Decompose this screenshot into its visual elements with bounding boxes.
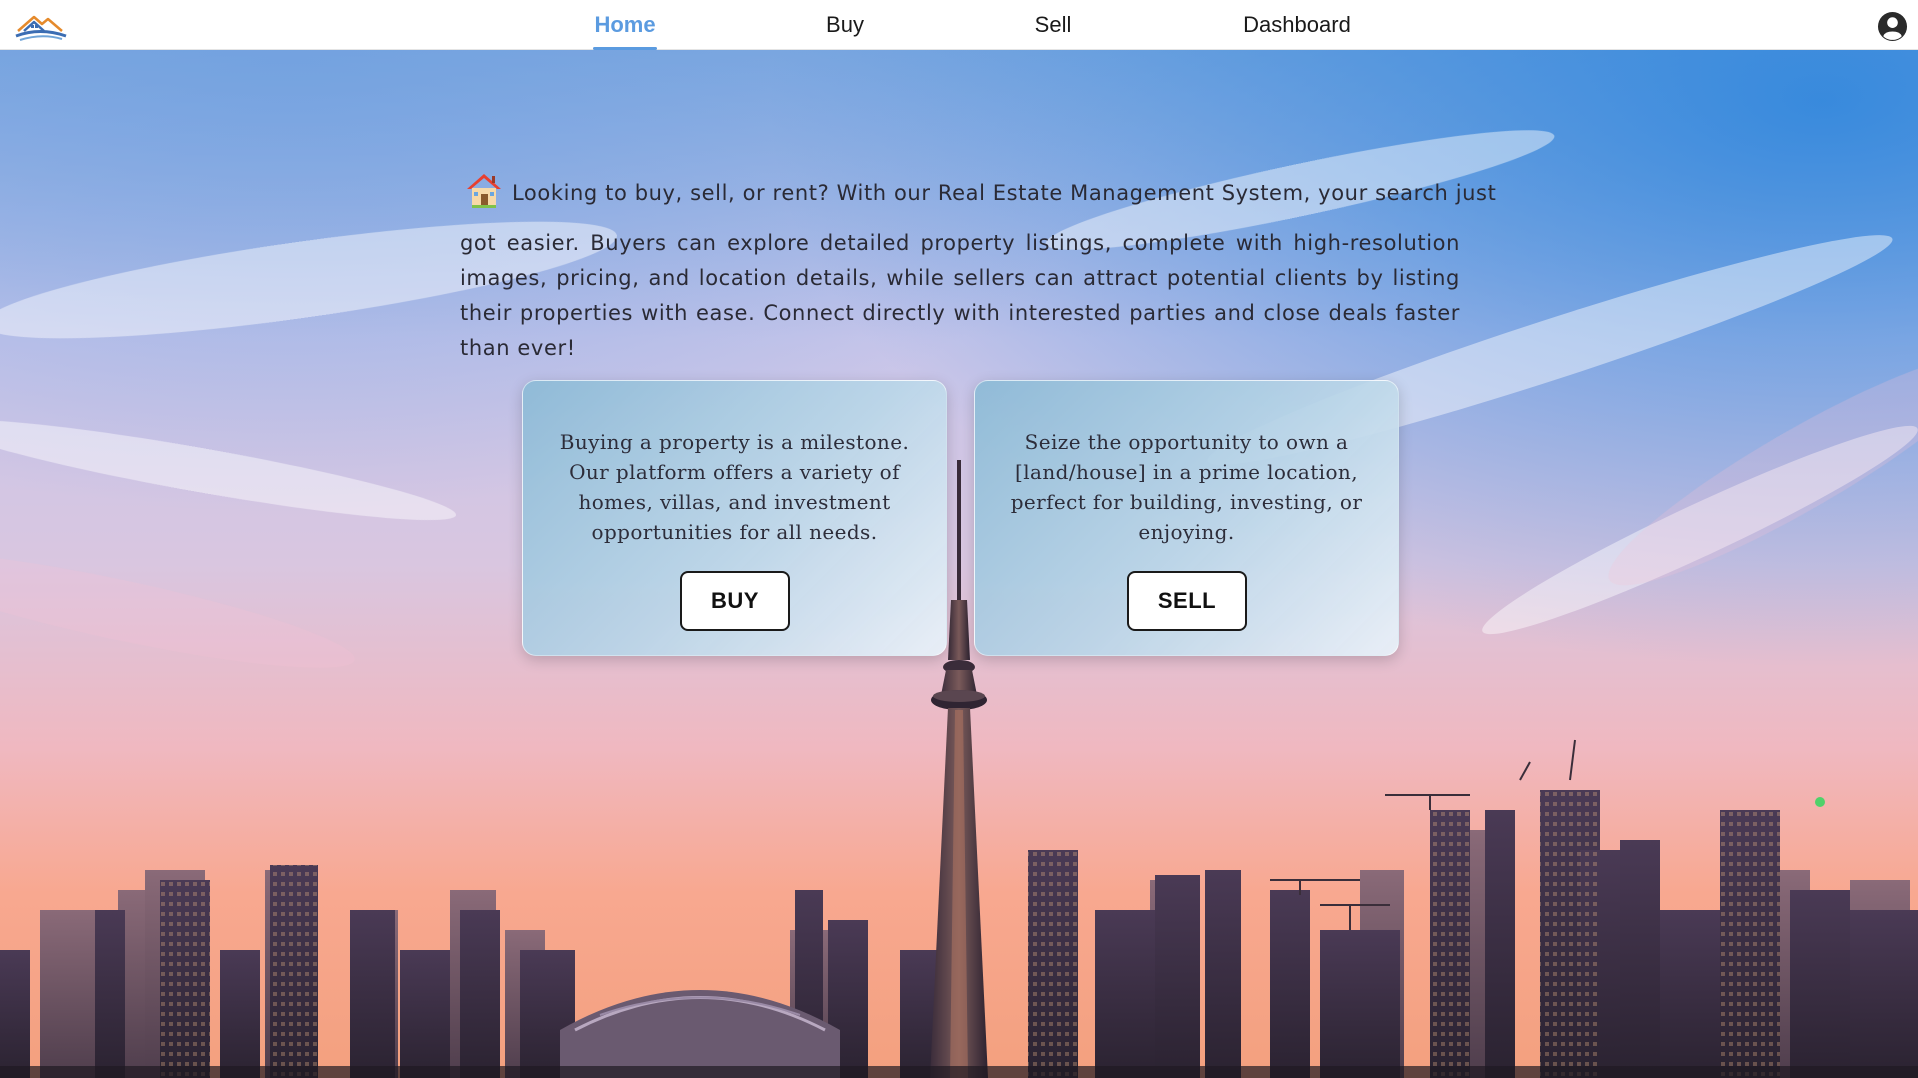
nav-link-home[interactable]: Home [593, 0, 657, 50]
intro-body-text: got easier. Buyers can explore detailed … [460, 231, 1460, 360]
sell-card: Seize the opportunity to own a [land/hou… [974, 380, 1399, 656]
top-navbar: Home Buy Sell Dashboard [0, 0, 1918, 50]
nav-link-buy[interactable]: Buy [824, 0, 866, 50]
intro-paragraph: Looking to buy, sell, or rent? With our … [460, 170, 1496, 366]
house-icon [464, 170, 504, 210]
nav-link-dashboard[interactable]: Dashboard [1240, 0, 1354, 50]
buy-card-text: Buying a property is a milestone. Our pl… [559, 430, 910, 544]
sell-card-text: Seize the opportunity to own a [land/hou… [1010, 430, 1363, 544]
buy-card: Buying a property is a milestone. Our pl… [522, 380, 947, 656]
intro-first-line: Looking to buy, sell, or rent? With our … [460, 170, 1496, 211]
buy-button[interactable]: BUY [680, 571, 790, 631]
nav-link-sell[interactable]: Sell [1032, 0, 1074, 50]
sell-button[interactable]: SELL [1127, 571, 1247, 631]
user-account-icon[interactable] [1877, 11, 1908, 42]
logo-icon[interactable] [12, 9, 68, 43]
intro-first-line-text: Looking to buy, sell, or rent? With our … [512, 181, 1497, 205]
hero-section: Looking to buy, sell, or rent? With our … [0, 50, 1918, 1078]
